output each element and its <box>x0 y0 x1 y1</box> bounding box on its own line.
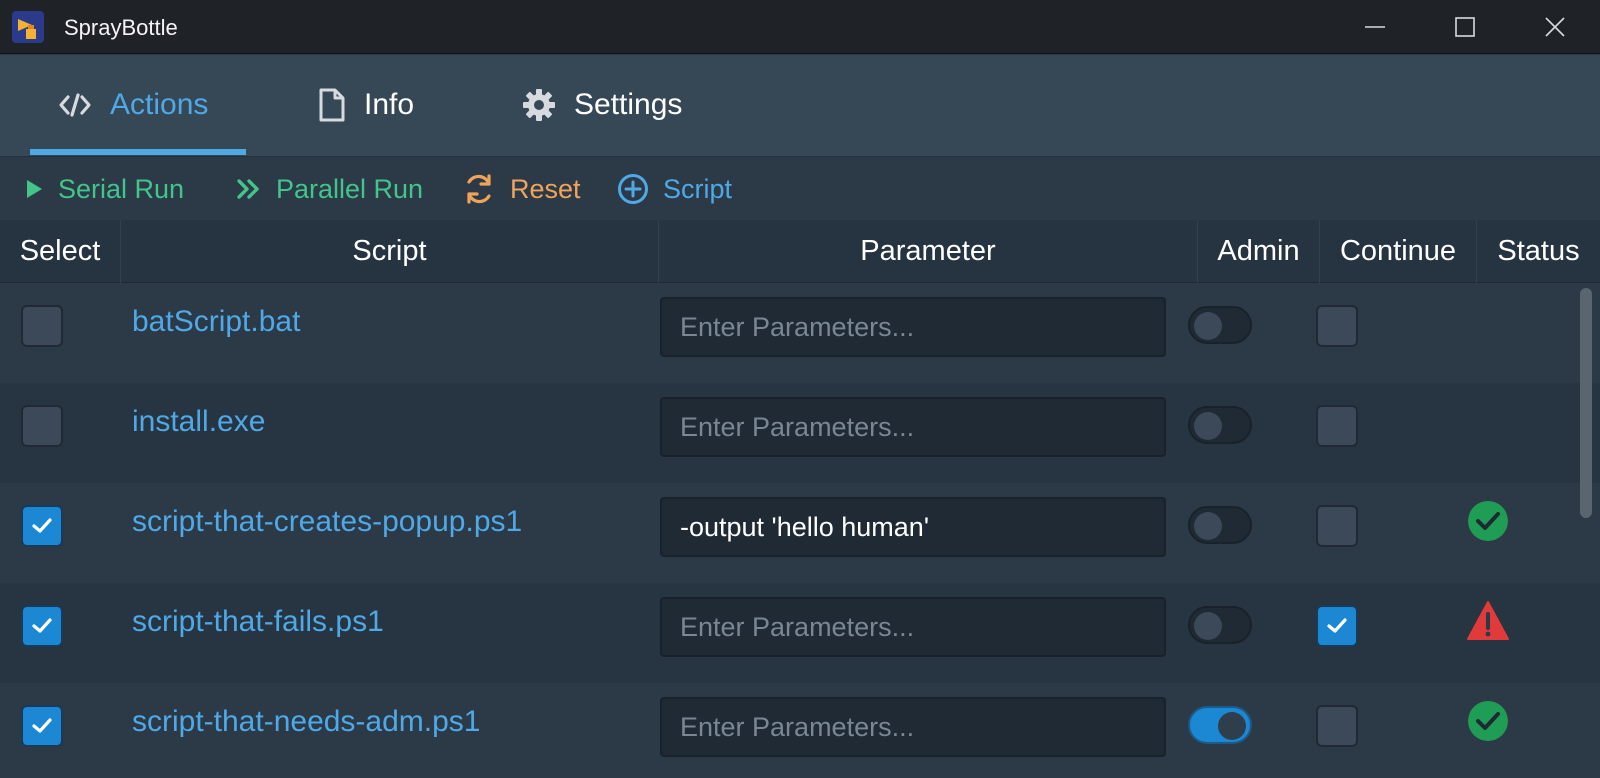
parallel-run-button[interactable]: Parallel Run <box>236 158 423 220</box>
add-script-button[interactable]: Script <box>617 158 732 220</box>
error-warning-icon <box>1467 601 1509 640</box>
tab-actions[interactable]: Actions <box>58 55 208 155</box>
tab-settings[interactable]: Settings <box>522 55 682 155</box>
select-checkbox[interactable] <box>21 305 63 347</box>
reset-label: Reset <box>510 173 581 204</box>
column-header-select[interactable]: Select <box>0 220 121 283</box>
play-icon <box>27 180 42 198</box>
serial-run-label: Serial Run <box>58 173 185 204</box>
admin-toggle[interactable] <box>1188 306 1252 344</box>
tab-info-label: Info <box>364 88 415 121</box>
spray-bottle-logo-icon <box>12 11 44 43</box>
checkmark-icon <box>1327 618 1347 633</box>
title-bar: SprayBottle <box>0 0 1600 54</box>
double-chevron-right-icon <box>237 179 259 199</box>
parameter-input[interactable] <box>660 697 1166 757</box>
toggle-knob <box>1194 412 1222 440</box>
toggle-knob <box>1194 512 1222 540</box>
success-check-circle-icon <box>1468 501 1508 541</box>
active-tab-indicator <box>30 149 246 155</box>
minimize-icon <box>1365 26 1385 28</box>
table-row: install.exe <box>0 383 1600 483</box>
admin-toggle[interactable] <box>1188 406 1252 444</box>
tab-bar: Actions Info Settings <box>0 55 1600 157</box>
toggle-knob <box>1194 612 1222 640</box>
refresh-icon <box>467 174 491 204</box>
table-row: script-that-needs-adm.ps1 <box>0 683 1600 778</box>
toggle-knob <box>1218 712 1246 740</box>
column-header-parameter[interactable]: Parameter <box>659 220 1198 283</box>
checkmark-icon <box>32 618 52 633</box>
tab-settings-label: Settings <box>574 88 683 121</box>
column-header-script[interactable]: Script <box>121 220 659 283</box>
script-table-body: batScript.bat install.exe script-that-cr… <box>0 283 1600 778</box>
parallel-run-label: Parallel Run <box>276 173 424 204</box>
vertical-scrollbar[interactable] <box>1580 288 1592 518</box>
table-row: script-that-fails.ps1 <box>0 583 1600 683</box>
tab-info[interactable]: Info <box>318 55 414 155</box>
parameter-input[interactable] <box>660 497 1166 557</box>
toggle-knob <box>1194 312 1222 340</box>
add-script-label: Script <box>663 173 733 204</box>
script-name: install.exe <box>132 405 266 438</box>
close-icon <box>1545 17 1565 37</box>
admin-toggle[interactable] <box>1188 506 1252 544</box>
gear-icon <box>523 89 555 121</box>
script-name: script-that-creates-popup.ps1 <box>132 505 523 538</box>
table-row: batScript.bat <box>0 283 1600 383</box>
file-icon <box>319 88 345 122</box>
parameter-input[interactable] <box>660 597 1166 657</box>
script-name: script-that-needs-adm.ps1 <box>132 705 481 738</box>
select-checkbox[interactable] <box>21 405 63 447</box>
serial-run-button[interactable]: Serial Run <box>24 158 184 220</box>
column-header-admin[interactable]: Admin <box>1198 220 1320 283</box>
script-name: script-that-fails.ps1 <box>132 605 384 638</box>
success-check-circle-icon <box>1468 701 1508 741</box>
table-header: Select Script Parameter Admin Continue S… <box>0 220 1600 283</box>
close-button[interactable] <box>1510 0 1600 54</box>
maximize-icon <box>1455 17 1475 37</box>
code-icon <box>59 93 91 117</box>
checkmark-icon <box>32 518 52 533</box>
parameter-input[interactable] <box>660 397 1166 457</box>
table-row: script-that-creates-popup.ps1 <box>0 483 1600 583</box>
minimize-button[interactable] <box>1330 0 1420 54</box>
continue-checkbox[interactable] <box>1316 505 1358 547</box>
action-toolbar: Serial Run Parallel Run Reset Script <box>0 158 1600 220</box>
column-header-continue[interactable]: Continue <box>1320 220 1477 283</box>
admin-toggle[interactable] <box>1188 706 1252 744</box>
window-title: SprayBottle <box>64 15 178 40</box>
admin-toggle[interactable] <box>1188 606 1252 644</box>
select-checkbox[interactable] <box>21 705 63 747</box>
checkmark-icon <box>32 718 52 733</box>
tab-actions-label: Actions <box>110 88 209 121</box>
script-name: batScript.bat <box>132 305 301 338</box>
reset-button[interactable]: Reset <box>462 158 581 220</box>
continue-checkbox[interactable] <box>1316 705 1358 747</box>
select-checkbox[interactable] <box>21 505 63 547</box>
plus-circle-icon <box>618 174 648 204</box>
maximize-button[interactable] <box>1420 0 1510 54</box>
continue-checkbox[interactable] <box>1316 305 1358 347</box>
select-checkbox[interactable] <box>21 605 63 647</box>
continue-checkbox[interactable] <box>1316 405 1358 447</box>
continue-checkbox[interactable] <box>1316 605 1358 647</box>
column-header-status[interactable]: Status <box>1477 220 1600 283</box>
parameter-input[interactable] <box>660 297 1166 357</box>
